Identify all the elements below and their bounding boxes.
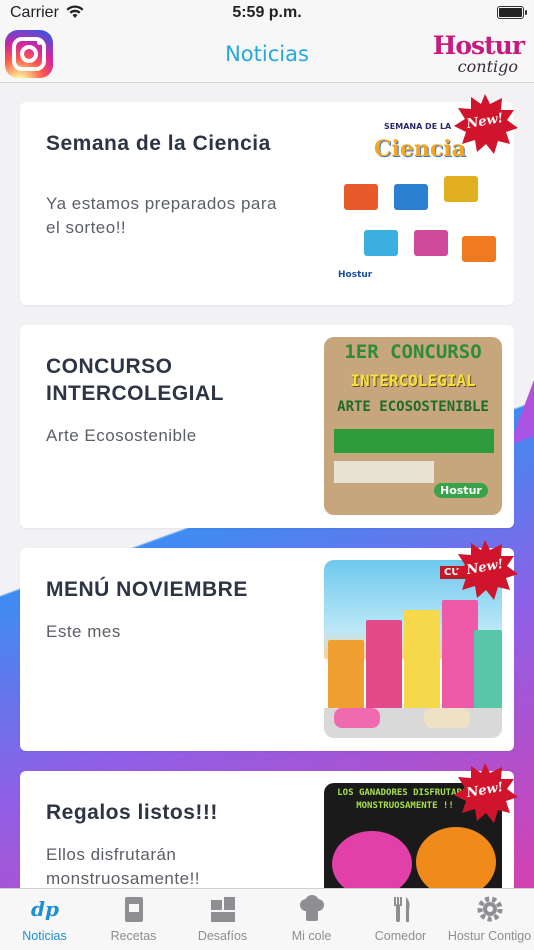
tab-noticias[interactable]: dp Noticias xyxy=(0,889,89,950)
logo-main-text: Hostur xyxy=(432,31,525,60)
artwork-strip xyxy=(334,429,494,453)
chef-hat-icon xyxy=(300,895,324,921)
kit-box xyxy=(444,176,478,202)
battery-icon xyxy=(497,6,527,19)
car xyxy=(424,708,470,728)
puzzle-icon xyxy=(211,897,235,922)
thumb-line-3: ARTE ECOSOSTENIBLE xyxy=(337,399,489,415)
artwork-strip xyxy=(334,461,434,483)
building xyxy=(328,640,364,710)
tab-label: Desafíos xyxy=(197,929,248,943)
building xyxy=(474,630,502,710)
clock: 5:59 p.m. xyxy=(232,4,302,21)
kit-box xyxy=(414,230,448,256)
gift-pumpkin xyxy=(416,827,496,888)
tab-bar: dp Noticias Recetas Desafíos Mi cole Com… xyxy=(0,888,534,950)
new-badge: New! xyxy=(450,761,520,825)
navigation-bar: Noticias Hostur contigo xyxy=(0,27,534,83)
tab-label: Hostur Contigo xyxy=(447,929,532,943)
news-card-regalos[interactable]: Regalos listos!!! Ellos disfrutarán mons… xyxy=(20,763,518,888)
news-card-semana-ciencia[interactable]: Semana de la Ciencia Ya estamos preparad… xyxy=(20,94,518,305)
card-title: Regalos listos!!! xyxy=(46,801,218,824)
thumb-line-1: 1ER CONCURSO xyxy=(344,341,482,363)
car xyxy=(334,708,380,728)
card-subtitle: Ellos disfrutarán monstruosamente!! xyxy=(46,845,201,888)
tab-label: Recetas xyxy=(110,929,157,943)
building xyxy=(404,610,440,710)
fork-knife-icon xyxy=(394,897,410,922)
kit-box xyxy=(462,236,496,262)
tab-comedor[interactable]: Comedor xyxy=(356,889,445,950)
card-title: Semana de la Ciencia xyxy=(46,132,271,155)
svg-text:dp: dp xyxy=(31,897,59,921)
gear-icon xyxy=(477,896,503,922)
kit-box xyxy=(394,184,428,210)
card-subtitle: Arte Ecosostenible xyxy=(46,426,197,445)
thumb-footer-logo: Hostur xyxy=(338,270,373,280)
card-subtitle: Ya estamos preparados para el sorteo!! xyxy=(46,194,277,237)
tab-recetas[interactable]: Recetas xyxy=(89,889,178,950)
gift-pumpkin xyxy=(332,831,412,888)
thumb-line-2: INTERCOLEGIAL xyxy=(350,371,476,390)
tab-hostur-contigo[interactable]: Hostur Contigo xyxy=(445,889,534,950)
card-thumbnail: 1ER CONCURSO INTERCOLEGIAL ARTE ECOSOSTE… xyxy=(324,337,502,515)
thumb-footer-logo: Hostur xyxy=(434,483,488,498)
new-badge: New! xyxy=(450,538,520,602)
recipe-book-icon xyxy=(125,897,143,922)
kit-box xyxy=(344,184,378,210)
tab-label: Mi cole xyxy=(291,929,332,943)
status-bar: Carrier 5:59 p.m. xyxy=(0,0,534,27)
news-card-menu-noviembre[interactable]: MENÚ NOVIEMBRE Este mes CUBA New! xyxy=(20,540,518,751)
thumb-small-text: SEMANA DE LA xyxy=(384,122,452,131)
tab-mi-cole[interactable]: Mi cole xyxy=(267,889,356,950)
kit-box xyxy=(364,230,398,256)
news-icon: dp xyxy=(31,897,59,921)
building xyxy=(366,620,402,710)
card-subtitle: Este mes xyxy=(46,622,121,641)
card-title: MENÚ NOVIEMBRE xyxy=(46,578,248,601)
tab-label: Comedor xyxy=(374,929,427,943)
building xyxy=(442,600,478,710)
logo-sub-text: contigo xyxy=(457,57,518,76)
card-title: CONCURSO INTERCOLEGIAL xyxy=(46,355,224,405)
new-badge: New! xyxy=(450,92,520,156)
news-card-concurso[interactable]: CONCURSO INTERCOLEGIAL Arte Ecosostenibl… xyxy=(20,325,514,528)
news-feed[interactable]: Semana de la Ciencia Ya estamos preparad… xyxy=(0,84,534,888)
tab-label: Noticias xyxy=(22,929,67,943)
tab-desafios[interactable]: Desafíos xyxy=(178,889,267,950)
hostur-logo[interactable]: Hostur contigo xyxy=(422,31,526,79)
